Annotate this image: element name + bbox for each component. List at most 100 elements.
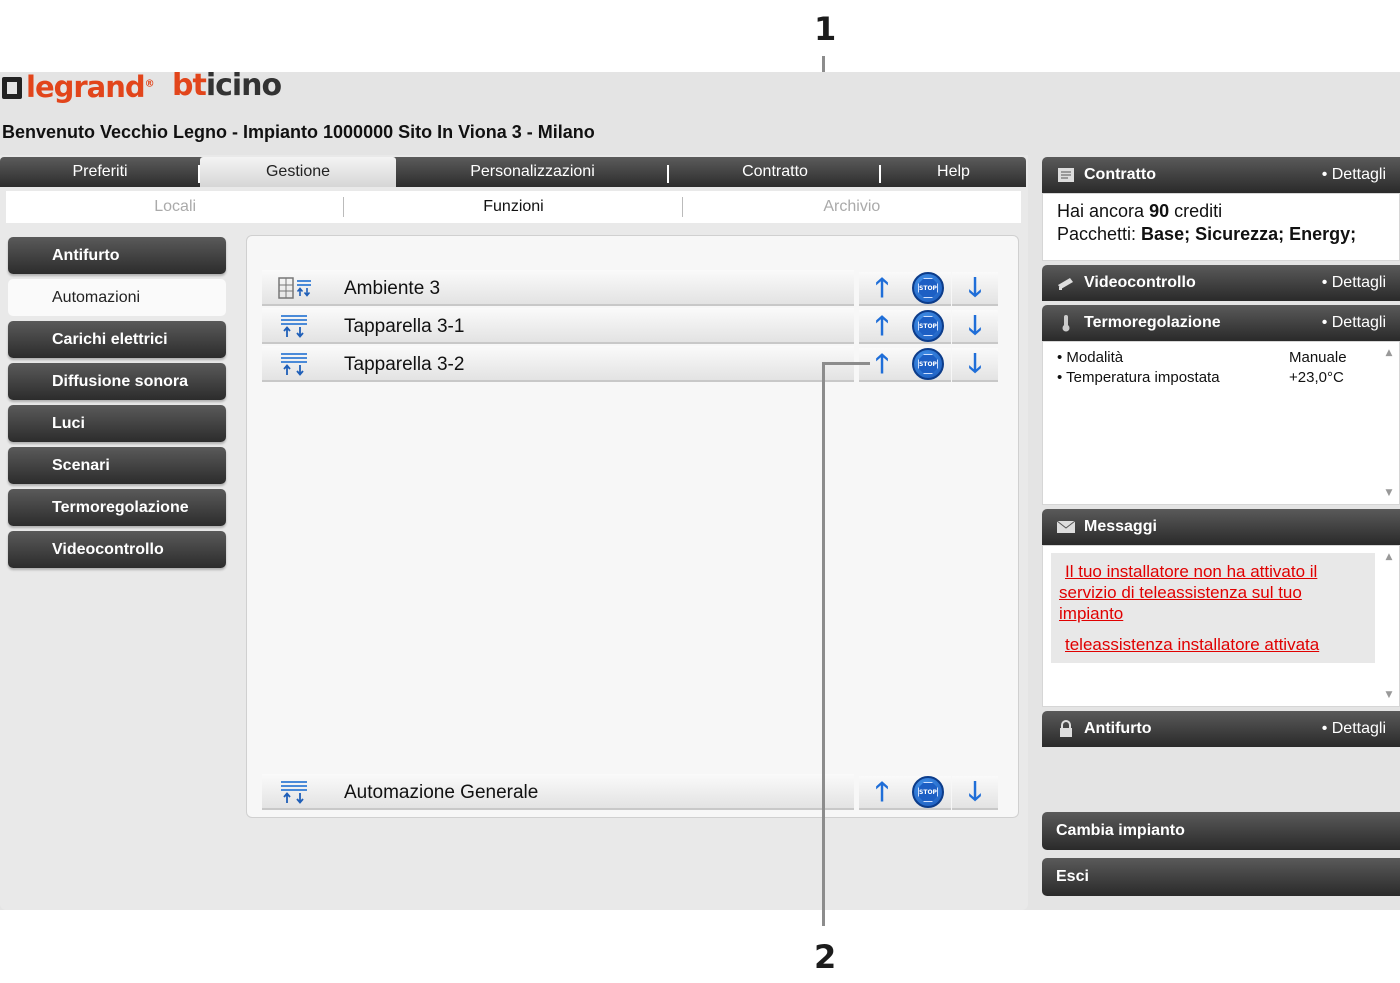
subtab-archivio[interactable]: Archivio <box>683 191 1021 223</box>
termo-setpoint-value: +23,0°C <box>1289 369 1344 386</box>
automation-row-bar[interactable]: Ambiente 3 <box>262 270 854 306</box>
shutter-stop-button[interactable]: STOP <box>905 272 951 306</box>
termo-scrollbar[interactable]: ▲ ▼ <box>1383 348 1395 498</box>
antifurto-header: Antifurto Dettagli <box>1042 711 1400 747</box>
tab-contratto[interactable]: Contratto <box>669 157 881 187</box>
automation-row-bar[interactable]: Automazione Generale <box>262 774 854 810</box>
antifurto-details-link[interactable]: Dettagli <box>1322 720 1386 738</box>
main-tabs: Preferiti Gestione Personalizzazioni Con… <box>0 157 1026 187</box>
message-link-teleassistance-off[interactable]: Il tuo installatore non ha attivato il s… <box>1059 561 1367 624</box>
shutter-icon <box>281 781 307 804</box>
scroll-down-icon[interactable]: ▼ <box>1383 690 1395 700</box>
messaggi-title: Messaggi <box>1084 518 1157 535</box>
packages-value: Base; Sicurezza; Energy; <box>1141 224 1357 244</box>
termo-mode-value: Manuale <box>1289 349 1347 366</box>
arrow-up-icon: 🡑 <box>875 273 889 303</box>
shutter-up-button[interactable]: 🡑 <box>859 310 905 344</box>
scroll-up-icon[interactable]: ▲ <box>1383 348 1395 358</box>
shutter-stop-button[interactable]: STOP <box>905 310 951 344</box>
credits-line: Hai ancora 90 crediti <box>1057 200 1385 223</box>
shutter-icon <box>281 315 307 338</box>
message-link-teleassistance-on[interactable]: teleassistenza installatore attivata <box>1059 634 1367 655</box>
automation-row-label: Tapparella 3-1 <box>344 316 465 337</box>
sidebar-item-carichi-elettrici[interactable]: Carichi elettrici <box>8 321 226 358</box>
bticino-logo: bticino <box>172 68 282 103</box>
tab-preferiti[interactable]: Preferiti <box>0 157 200 187</box>
scroll-down-icon[interactable]: ▼ <box>1383 488 1395 498</box>
shutter-stop-button[interactable]: STOP <box>905 348 951 382</box>
sidebar-item-luci[interactable]: Luci <box>8 405 226 442</box>
legrand-logo: legrand® <box>2 70 155 104</box>
sidebar-item-automazioni[interactable]: Automazioni <box>8 279 226 316</box>
tab-gestione[interactable]: Gestione <box>200 157 396 187</box>
packages-line: Pacchetti: Base; Sicurezza; Energy; <box>1057 223 1385 246</box>
messaggi-body: Il tuo installatore non ha attivato il s… <box>1042 545 1400 707</box>
callout-number-2: 2 <box>814 938 837 976</box>
shutter-icon <box>281 353 307 376</box>
shutter-up-button[interactable]: 🡑 <box>859 776 905 810</box>
stop-icon-label: STOP <box>918 278 938 298</box>
sidebar-item-termoregolazione[interactable]: Termoregolazione <box>8 489 226 526</box>
messages-scrollbar[interactable]: ▲ ▼ <box>1383 552 1395 700</box>
videocontrollo-details-link[interactable]: Dettagli <box>1322 274 1386 292</box>
callout-line-2-vertical <box>822 364 825 926</box>
automation-row-label: Ambiente 3 <box>344 278 441 299</box>
sub-tabs: Locali Funzioni Archivio <box>6 191 1021 223</box>
sidebar-item-antifurto[interactable]: Antifurto <box>8 237 226 274</box>
bticino-wordmark-suffix: icino <box>205 68 282 103</box>
logout-button[interactable]: Esci <box>1042 858 1400 896</box>
subtab-locali[interactable]: Locali <box>6 191 345 223</box>
bticino-wordmark-prefix: bt <box>172 68 207 103</box>
thermometer-icon <box>1056 314 1076 332</box>
arrow-down-icon: 🡓 <box>968 349 982 379</box>
subtab-funzioni[interactable]: Funzioni <box>344 191 683 223</box>
termo-mode-label: • Modalità <box>1057 349 1124 366</box>
stop-icon-label: STOP <box>918 782 938 802</box>
screen: 1 legrand® bticino Benvenuto Vecchio Leg… <box>0 0 1400 983</box>
arrow-down-icon: 🡓 <box>968 311 982 341</box>
tab-help[interactable]: Help <box>881 157 1026 187</box>
contratto-details-link[interactable]: Dettagli <box>1322 166 1386 184</box>
contratto-body: Hai ancora 90 crediti Pacchetti: Base; S… <box>1042 193 1400 261</box>
sidebar-item-scenari[interactable]: Scenari <box>8 447 226 484</box>
termoregolazione-body: • Modalità Manuale • Temperatura imposta… <box>1042 341 1400 505</box>
messaggi-header: Messaggi <box>1042 509 1400 545</box>
arrow-up-icon: 🡑 <box>875 311 889 341</box>
shutter-up-button[interactable]: 🡑 <box>859 348 905 382</box>
sidebar-item-diffusione-sonora[interactable]: Diffusione sonora <box>8 363 226 400</box>
antifurto-title: Antifurto <box>1084 720 1152 737</box>
contratto-title: Contratto <box>1084 166 1156 183</box>
stop-icon: STOP <box>912 776 944 808</box>
shutter-down-button[interactable]: 🡓 <box>952 348 998 382</box>
arrow-down-icon: 🡓 <box>968 777 982 807</box>
automation-row-bar[interactable]: Tapparella 3-2 <box>262 346 854 382</box>
termoregolazione-title: Termoregolazione <box>1084 314 1221 331</box>
termoregolazione-details-link[interactable]: Dettagli <box>1322 314 1386 332</box>
shutter-down-button[interactable]: 🡓 <box>952 776 998 810</box>
automation-row-ambiente-3: Ambiente 3 🡑 STOP 🡓 <box>262 270 1002 306</box>
videocontrollo-header: Videocontrollo Dettagli <box>1042 265 1400 301</box>
lock-icon <box>1056 720 1076 738</box>
change-system-button[interactable]: Cambia impianto <box>1042 812 1400 850</box>
envelope-icon <box>1056 518 1076 536</box>
callout-line-2-horizontal <box>822 362 870 365</box>
arrow-up-icon: 🡑 <box>875 349 889 379</box>
tab-personalizzazioni[interactable]: Personalizzazioni <box>396 157 669 187</box>
automation-row-bar[interactable]: Tapparella 3-1 <box>262 308 854 344</box>
welcome-text: Benvenuto Vecchio Legno - Impianto 10000… <box>2 122 595 142</box>
termo-setpoint-label: • Temperatura impostata <box>1057 369 1220 386</box>
shutter-stop-button[interactable]: STOP <box>905 776 951 810</box>
credits-prefix: Hai ancora <box>1057 201 1150 221</box>
shutter-up-button[interactable]: 🡑 <box>859 272 905 306</box>
shutter-down-button[interactable]: 🡓 <box>952 310 998 344</box>
scroll-up-icon[interactable]: ▲ <box>1383 552 1395 562</box>
stop-icon: STOP <box>912 310 944 342</box>
shutter-down-button[interactable]: 🡓 <box>952 272 998 306</box>
automation-row-tapparella-3-2: Tapparella 3-2 🡑 STOP 🡓 <box>262 346 1002 382</box>
messages-list: Il tuo installatore non ha attivato il s… <box>1051 553 1375 663</box>
arrow-down-icon: 🡓 <box>968 273 982 303</box>
contratto-text: Hai ancora 90 crediti Pacchetti: Base; S… <box>1043 194 1399 252</box>
automation-row-label: Automazione Generale <box>344 782 539 803</box>
arrow-up-icon: 🡑 <box>875 777 889 807</box>
sidebar-item-videocontrollo[interactable]: Videocontrollo <box>8 531 226 568</box>
